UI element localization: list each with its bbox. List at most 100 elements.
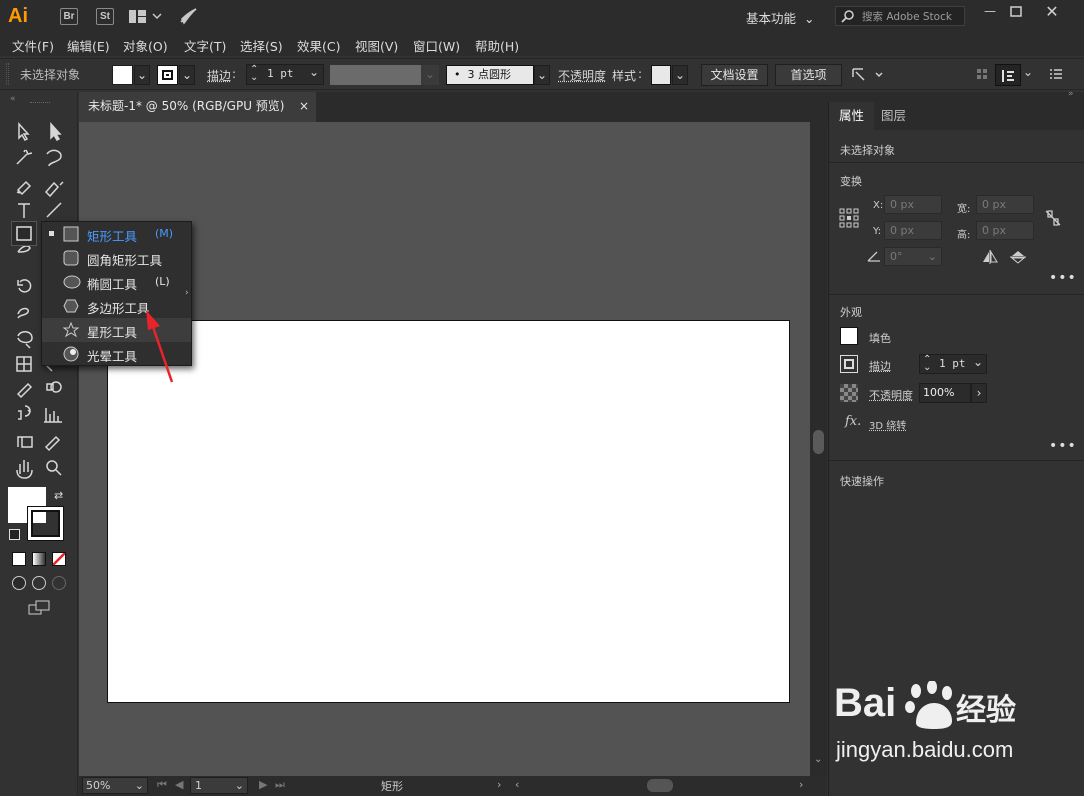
next-artboard-icon[interactable]: ▶: [259, 778, 267, 791]
minimize-button[interactable]: —: [980, 4, 1000, 24]
tab-properties[interactable]: 属性: [829, 102, 874, 130]
profile-dropdown[interactable]: ⌄: [421, 65, 439, 85]
fill-swatch-panel[interactable]: [840, 327, 858, 345]
constrain-proportions-icon[interactable]: [1043, 208, 1063, 228]
scroll-left-icon[interactable]: ‹: [515, 778, 519, 791]
fill-swatch[interactable]: [112, 65, 133, 85]
scroll-right-icon[interactable]: ›: [799, 778, 803, 791]
polygon-icon: [63, 298, 79, 314]
tearoff-arrow-icon[interactable]: ›: [185, 288, 189, 298]
flyout-item-rectangle[interactable]: 矩形工具 (M): [42, 222, 191, 246]
preferences-button[interactable]: 首选项: [775, 64, 842, 86]
menu-effect[interactable]: 效果(C): [297, 36, 340, 55]
stroke-label-panel[interactable]: 描边: [869, 358, 891, 374]
flyout-item-rounded-rectangle[interactable]: 圆角矩形工具: [42, 246, 191, 270]
stroke-swatch-panel[interactable]: [840, 355, 858, 373]
draw-inside-icon[interactable]: [52, 576, 66, 590]
draw-normal-icon[interactable]: [12, 576, 26, 590]
flip-horizontal-icon[interactable]: [981, 250, 999, 264]
more-options-icon[interactable]: •••: [1049, 438, 1077, 454]
menu-type[interactable]: 文字(T): [184, 36, 226, 55]
flyout-item-ellipse[interactable]: 椭圆工具 (L): [42, 270, 191, 294]
style-dropdown[interactable]: ⌄: [672, 65, 688, 85]
stroke-dropdown[interactable]: ⌄: [179, 65, 195, 85]
artboard[interactable]: [107, 320, 790, 703]
rectangle-tool-button[interactable]: [11, 221, 37, 246]
first-artboard-icon[interactable]: ⏮: [157, 778, 167, 792]
gradient-mode-button[interactable]: [32, 552, 46, 566]
zoom-field[interactable]: 50% ⌄: [82, 777, 148, 794]
tab-layers[interactable]: 图层: [871, 102, 916, 130]
menu-help[interactable]: 帮助(H): [475, 36, 519, 55]
last-artboard-icon[interactable]: ⏭: [275, 778, 285, 792]
menu-view[interactable]: 视图(V): [355, 36, 398, 55]
brush-dropdown[interactable]: ⌄: [534, 65, 550, 85]
brush-definition[interactable]: • 3 点圆形: [446, 65, 534, 85]
stock-button[interactable]: St: [96, 8, 114, 25]
tab-document[interactable]: 未标题-1* @ 50% (RGB/GPU 预览) ×: [79, 92, 316, 122]
fx-icon[interactable]: fx.: [845, 414, 861, 429]
opacity-label-panel[interactable]: 不透明度: [869, 387, 913, 403]
transform-section-title: 变换: [840, 173, 862, 189]
grip-handle[interactable]: [6, 63, 9, 85]
none-mode-button[interactable]: [52, 552, 66, 566]
arrange-documents-button[interactable]: [128, 9, 162, 24]
reference-point-icon[interactable]: [839, 208, 859, 228]
prev-artboard-icon[interactable]: ◀: [175, 778, 183, 791]
stepper-icon[interactable]: ⌃ ⌄: [250, 66, 258, 82]
menu-select[interactable]: 选择(S): [240, 36, 283, 55]
panel-layout-button[interactable]: [995, 64, 1021, 86]
menu-object[interactable]: 对象(O): [123, 36, 168, 55]
width-field[interactable]: 0 px: [976, 195, 1034, 214]
menu-file[interactable]: 文件(F): [12, 36, 54, 55]
height-field[interactable]: 0 px: [976, 221, 1034, 240]
opacity-label[interactable]: 不透明度: [558, 67, 606, 84]
rocket-icon[interactable]: [178, 7, 198, 25]
chevron-down-icon[interactable]: ⌄: [1023, 65, 1033, 79]
rotate-field[interactable]: 0° ⌄: [884, 247, 942, 266]
menu-list-icon[interactable]: [1049, 68, 1063, 80]
draw-behind-icon[interactable]: [32, 576, 46, 590]
horizontal-scroll-thumb[interactable]: [647, 779, 673, 792]
flip-vertical-icon[interactable]: [1010, 250, 1026, 264]
variable-width-profile[interactable]: [330, 65, 421, 85]
select-similar-icon[interactable]: [852, 66, 884, 84]
screen-mode-icon[interactable]: [28, 600, 52, 616]
stock-search-box[interactable]: 搜索 Adobe Stock: [835, 6, 965, 26]
vertical-scrollbar[interactable]: ⌄: [810, 122, 827, 776]
close-tab-icon[interactable]: ×: [299, 92, 309, 120]
default-colors-icon[interactable]: [9, 529, 20, 540]
x-field[interactable]: 0 px: [884, 195, 942, 214]
workspace-switcher[interactable]: 基本功能 ⌄: [746, 8, 815, 27]
scroll-down-icon[interactable]: ⌄: [814, 754, 822, 765]
style-swatch[interactable]: [651, 65, 671, 85]
style-label: 样式: [612, 67, 636, 84]
opacity-field[interactable]: 100%: [919, 383, 971, 403]
stepper-icon[interactable]: ⌃ ⌄: [923, 356, 931, 372]
collapse-panel-icon[interactable]: »: [1068, 89, 1074, 99]
active-indicator: [49, 231, 54, 236]
artboard-number-field[interactable]: 1 ⌄: [190, 777, 248, 794]
scroll-thumb[interactable]: [813, 430, 824, 454]
maximize-button[interactable]: [1008, 5, 1024, 19]
stroke-label[interactable]: 描边: [207, 67, 231, 84]
bridge-button[interactable]: Br: [60, 8, 78, 25]
status-menu-icon[interactable]: ›: [497, 778, 501, 791]
y-field[interactable]: 0 px: [884, 221, 942, 240]
stroke-color-swatch[interactable]: [28, 507, 63, 540]
color-mode-button[interactable]: [12, 552, 26, 566]
stroke-weight-field[interactable]: ⌃ ⌄ 1 pt ⌄: [246, 64, 324, 85]
align-icon[interactable]: [976, 68, 988, 80]
close-window-button[interactable]: ✕: [1042, 2, 1062, 22]
menu-window[interactable]: 窗口(W): [413, 36, 460, 55]
rectangle-icon: [63, 226, 79, 242]
fill-dropdown[interactable]: ⌄: [134, 65, 150, 85]
document-setup-button[interactable]: 文档设置: [701, 64, 768, 86]
opacity-expand-button[interactable]: ›: [971, 383, 987, 403]
rotate-3d-link[interactable]: 3D 绕转: [869, 417, 906, 432]
menu-edit[interactable]: 编辑(E): [67, 36, 110, 55]
stroke-weight-panel-field[interactable]: ⌃ ⌄ 1 pt ⌄: [919, 354, 987, 374]
swap-colors-icon[interactable]: ⇄: [54, 489, 63, 502]
more-options-icon[interactable]: •••: [1049, 270, 1077, 286]
stroke-swatch[interactable]: [157, 65, 178, 85]
